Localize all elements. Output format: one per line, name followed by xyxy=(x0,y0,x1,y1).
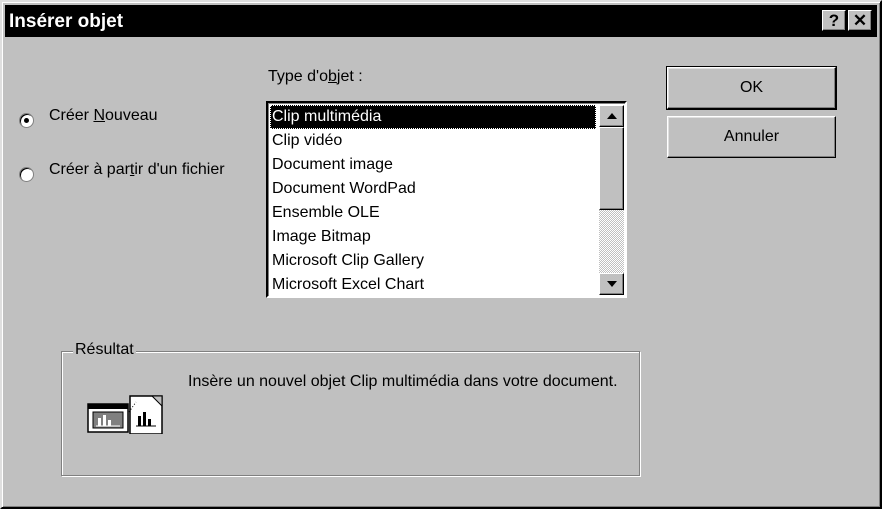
scroll-thumb[interactable] xyxy=(599,127,624,210)
ok-button[interactable]: OK xyxy=(666,66,837,110)
create-new-radio[interactable] xyxy=(19,113,34,128)
create-new-label[interactable]: Créer Nouveau xyxy=(49,107,158,125)
list-item[interactable]: Clip multimédia xyxy=(270,105,596,129)
cancel-button[interactable]: Annuler xyxy=(667,116,836,158)
object-type-list: Clip multimédia Clip vidéo Document imag… xyxy=(270,105,596,297)
arrow-up-icon xyxy=(606,113,617,119)
title-bar: Insérer objet ? ✕ xyxy=(5,5,877,37)
radio-selected-dot xyxy=(24,118,29,123)
insert-object-dialog: Insérer objet ? ✕ Type d'objet : Créer N… xyxy=(0,0,882,509)
list-item[interactable]: Image Bitmap xyxy=(270,225,596,249)
list-item[interactable]: Document WordPad xyxy=(270,177,596,201)
scroll-up-button[interactable] xyxy=(599,105,624,127)
create-from-file-label[interactable]: Créer à partir d'un fichier xyxy=(49,161,225,179)
object-type-label: Type d'objet : xyxy=(268,68,363,85)
list-item[interactable]: Ensemble OLE xyxy=(270,201,596,225)
insert-object-result-icon xyxy=(87,395,163,434)
close-button[interactable]: ✕ xyxy=(848,10,872,31)
listbox-scrollbar[interactable] xyxy=(599,105,624,295)
list-item[interactable]: Microsoft Clip Gallery xyxy=(270,249,596,273)
result-legend: Résultat xyxy=(73,341,136,359)
arrow-down-icon xyxy=(606,281,617,287)
list-item[interactable]: Clip vidéo xyxy=(270,129,596,153)
result-description: Insère un nouvel objet Clip multimédia d… xyxy=(188,373,618,390)
dialog-title: Insérer objet xyxy=(9,11,124,32)
list-item[interactable]: Microsoft Excel Chart xyxy=(270,273,596,297)
help-button[interactable]: ? xyxy=(822,10,846,31)
list-item[interactable]: Document image xyxy=(270,153,596,177)
create-from-file-radio[interactable] xyxy=(19,167,34,182)
scroll-down-button[interactable] xyxy=(599,273,624,295)
object-type-listbox[interactable]: Clip multimédia Clip vidéo Document imag… xyxy=(266,101,627,298)
